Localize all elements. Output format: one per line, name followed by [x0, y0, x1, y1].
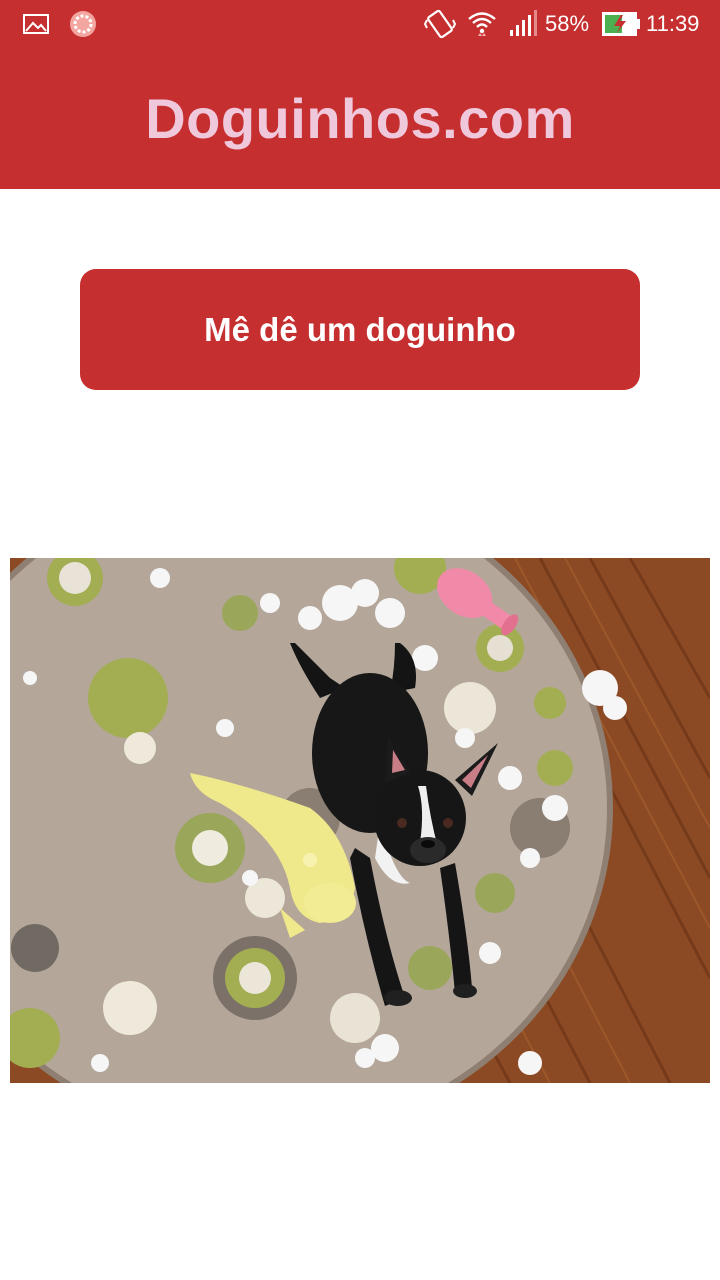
loading-app-icon: [68, 0, 98, 48]
signal-icon: [508, 0, 538, 48]
status-bar: 58% 11:39: [0, 0, 720, 48]
give-me-a-dog-button[interactable]: Mê dê um doguinho: [80, 269, 640, 390]
battery-percent: 58%: [545, 11, 590, 36]
dog-photo: [10, 558, 710, 1083]
clock: 11:39: [646, 11, 700, 36]
battery-charging-icon: [602, 0, 642, 48]
app-title: Doguinhos.com: [145, 87, 575, 150]
wifi-icon: [466, 0, 498, 48]
image-notification-icon: [22, 0, 50, 48]
app-bar: Doguinhos.com: [0, 48, 720, 189]
vibrate-icon: [423, 0, 457, 48]
give-me-a-dog-label: Mê dê um doguinho: [204, 310, 516, 348]
